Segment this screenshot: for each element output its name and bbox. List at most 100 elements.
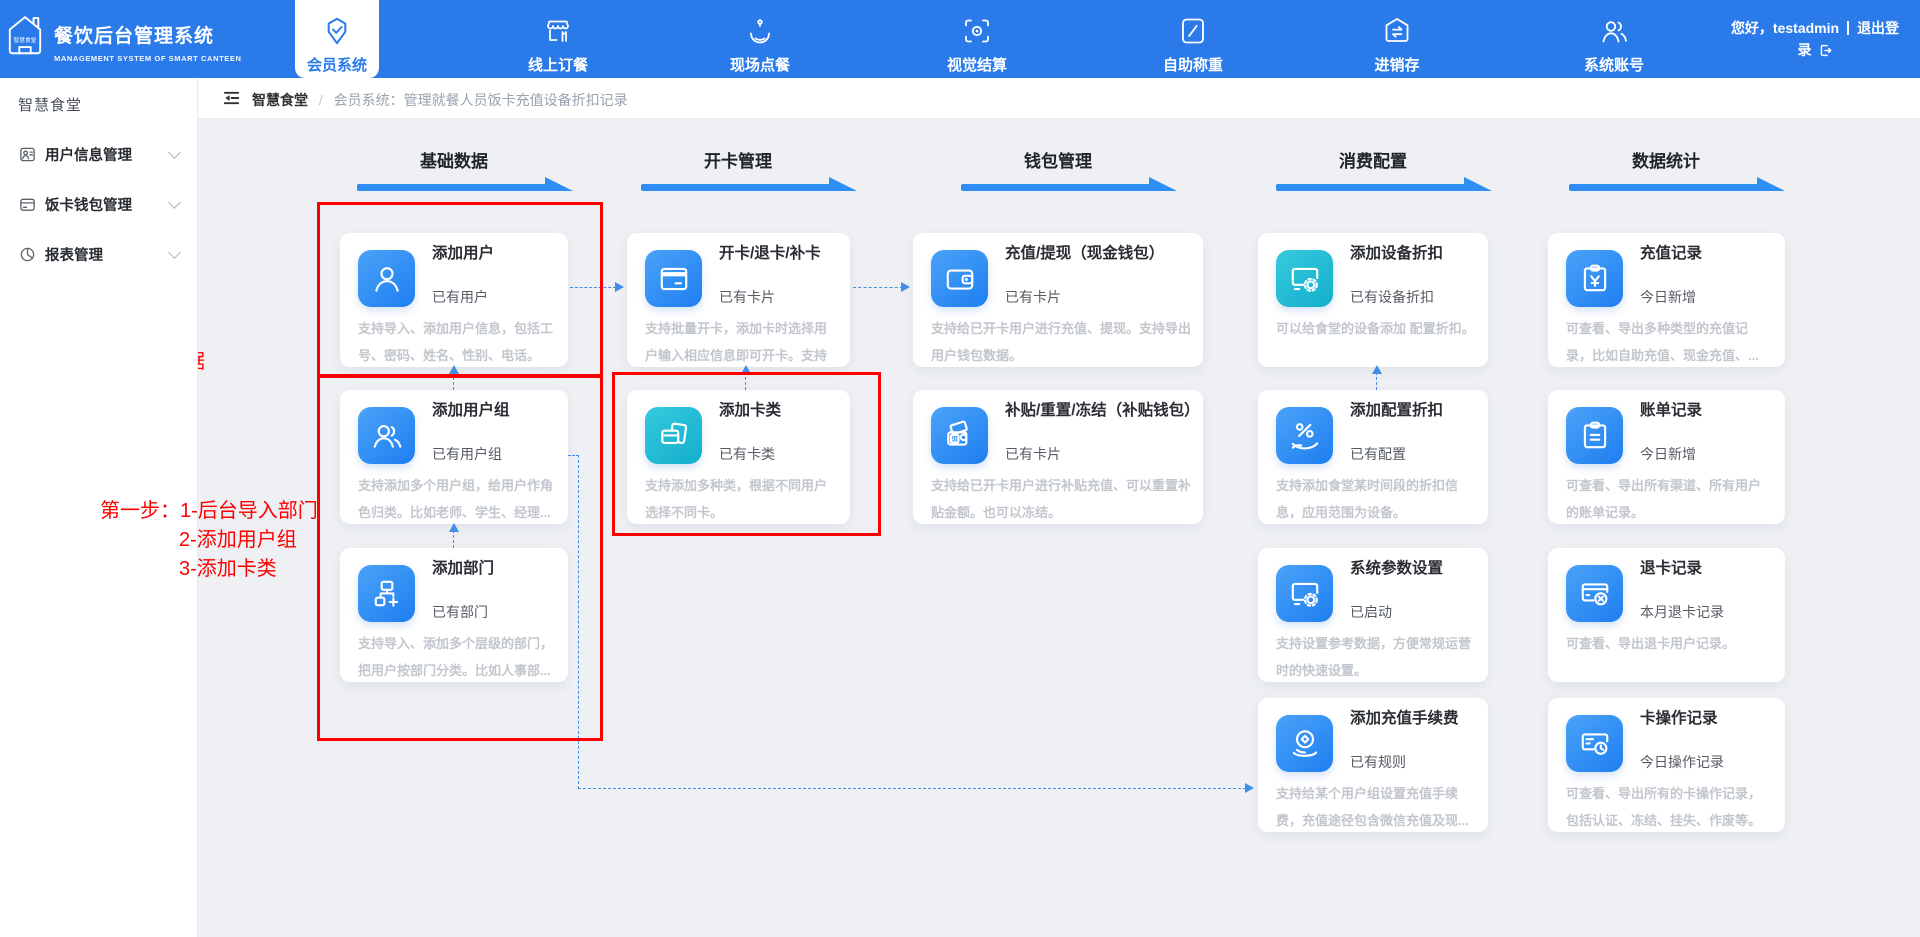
card-description: 可查看、导出所有渠道、所有用户的账单记录。 bbox=[1566, 472, 1773, 526]
card-subtitle: 今日操作记录 bbox=[1640, 753, 1724, 771]
card-description: 支持给某个用户组设置充值手续费，充值途径包含微信充值及现... bbox=[1276, 780, 1476, 834]
column-underline-arrow bbox=[1757, 177, 1785, 191]
card-subtitle: 本月退卡记录 bbox=[1640, 603, 1724, 621]
chevron-down-icon[interactable] bbox=[168, 146, 181, 159]
sidebar-item-label: 报表管理 bbox=[45, 244, 103, 265]
chevron-down-icon[interactable] bbox=[168, 196, 181, 209]
chevron-down-icon[interactable] bbox=[168, 246, 181, 259]
add-user-group-icon bbox=[358, 407, 415, 464]
card-title: 添加部门 bbox=[432, 561, 494, 577]
column-underline bbox=[1569, 184, 1759, 191]
recharge-record-icon bbox=[1566, 250, 1623, 307]
card-title: 添加用户组 bbox=[432, 403, 510, 419]
card-title: 卡操作记录 bbox=[1640, 711, 1718, 727]
card-add-user[interactable]: 添加用户 已有用户 支持导入、添加用户信息，包括工号、密码、姓名、性别、电话。 bbox=[340, 233, 568, 367]
arrow-up-icon bbox=[741, 365, 751, 374]
sidebar-item-meal-card-wallet[interactable]: 饭卡钱包管理 bbox=[0, 184, 197, 224]
card-add-user-group[interactable]: 添加用户组 已有用户组 支持添加多个用户组，给用户作角色归类。比如老师、学生、经… bbox=[340, 390, 568, 524]
bill-record-icon bbox=[1566, 407, 1623, 464]
add-department-icon bbox=[358, 565, 415, 622]
nav-tab-system-accounts[interactable]: 系统账号 bbox=[1572, 0, 1656, 78]
report-chart-icon bbox=[19, 246, 36, 263]
card-recharge-withdraw[interactable]: 充值/提现（现金钱包） 已有卡片 支持给已开卡用户进行充值、提现。支持导出用户钱… bbox=[913, 233, 1203, 367]
self-weigh-scale-icon bbox=[1178, 14, 1208, 48]
card-subtitle: 已有卡片 bbox=[719, 288, 775, 306]
nav-tab-label: 线上订餐 bbox=[528, 54, 588, 75]
arrow-right-icon bbox=[615, 282, 624, 292]
card-issue-card[interactable]: 开卡/退卡/补卡 已有卡片 支持批量开卡，添加卡时选择用户输入相应信息即可开卡。… bbox=[627, 233, 850, 367]
sidebar-item-user-info[interactable]: 用户信息管理 bbox=[0, 134, 197, 174]
card-add-department[interactable]: 添加部门 已有部门 支持导入、添加多个层级的部门，把用户按部门分类。比如人事部.… bbox=[340, 548, 568, 682]
meal-card-wallet-icon bbox=[19, 196, 36, 213]
sidebar-collapse-icon[interactable] bbox=[222, 90, 241, 111]
device-discount-icon bbox=[1276, 250, 1333, 307]
nav-tab-online-order[interactable]: 线上订餐 bbox=[516, 0, 600, 78]
connector-group-to-user bbox=[453, 372, 454, 390]
card-operation-record-icon bbox=[1566, 715, 1623, 772]
issue-card-icon bbox=[645, 250, 702, 307]
card-subtitle: 已有卡类 bbox=[719, 445, 775, 463]
app-title: 餐饮后台管理系统 bbox=[54, 21, 241, 48]
system-params-icon bbox=[1276, 565, 1333, 622]
card-operation-record[interactable]: 卡操作记录 今日操作记录 可查看、导出所有的卡操作记录，包括认证、冻结、挂失、作… bbox=[1548, 698, 1785, 832]
divider bbox=[1847, 21, 1849, 35]
column-underline-arrow bbox=[1149, 177, 1177, 191]
subsidy-wallet-icon: 补 bbox=[931, 407, 988, 464]
nav-tab-onsite-order[interactable]: 现场点餐 bbox=[718, 0, 802, 78]
card-recharge-record[interactable]: 充值记录 今日新增 可查看、导出多种类型的充值记录，比如自助充值、现金充值、..… bbox=[1548, 233, 1785, 367]
column-underline-arrow bbox=[829, 177, 857, 191]
card-description: 支持添加食堂某时间段的折扣信息，应用范围为设备。 bbox=[1276, 472, 1476, 526]
greeting-text: 您好，testadmin bbox=[1731, 20, 1839, 36]
nav-tab-membership[interactable]: 会员系统 bbox=[295, 0, 379, 78]
breadcrumb: 智慧食堂 / 会员系统：管理就餐人员饭卡充值设备折扣记录 bbox=[252, 90, 628, 110]
card-system-params[interactable]: 系统参数设置 已启动 支持设置参考数据，方便常规运营时的快速设置。 bbox=[1258, 548, 1488, 682]
card-config-discount[interactable]: 添加配置折扣 已有配置 支持添加食堂某时间段的折扣信息，应用范围为设备。 bbox=[1258, 390, 1488, 524]
add-user-icon bbox=[358, 250, 415, 307]
nav-tab-label: 进销存 bbox=[1374, 54, 1419, 75]
card-title: 补贴/重置/冻结（补贴钱包） bbox=[1005, 403, 1200, 419]
card-description: 支持导入、添加多个层级的部门，把用户按部门分类。比如人事部... bbox=[358, 630, 556, 684]
system-accounts-icon bbox=[1599, 14, 1629, 48]
card-bill-record[interactable]: 账单记录 今日新增 可查看、导出所有渠道、所有用户的账单记录。 bbox=[1548, 390, 1785, 524]
card-title: 添加充值手续费 bbox=[1350, 711, 1459, 727]
card-subtitle: 已有配置 bbox=[1350, 445, 1406, 463]
nav-tab-vision-checkout[interactable]: 视觉结算 bbox=[935, 0, 1019, 78]
connector-cardtype-to-issue bbox=[745, 372, 746, 390]
column-title-data-stats: 数据统计 bbox=[1566, 147, 1766, 172]
connector-group-to-fee-horizontal bbox=[578, 788, 1246, 789]
card-subtitle: 已有部门 bbox=[432, 603, 488, 621]
nav-tab-self-weigh[interactable]: 自助称重 bbox=[1151, 0, 1235, 78]
card-title: 添加配置折扣 bbox=[1350, 403, 1443, 419]
breadcrumb-current: 会员系统：管理就餐人员饭卡充值设备折扣记录 bbox=[334, 92, 628, 108]
card-subtitle: 已有卡片 bbox=[1005, 445, 1061, 463]
app-subtitle: MANAGEMENT SYSTEM OF SMART CANTEEN bbox=[54, 54, 241, 63]
column-underline bbox=[1276, 184, 1466, 191]
card-return-record[interactable]: 退卡记录 本月退卡记录 可查看、导出退卡用户记录。 bbox=[1548, 548, 1785, 682]
add-card-type-icon bbox=[645, 407, 702, 464]
nav-tab-label: 现场点餐 bbox=[730, 54, 790, 75]
config-discount-icon bbox=[1276, 407, 1333, 464]
column-title-basic-data: 基础数据 bbox=[354, 147, 554, 172]
card-description: 支持导入、添加用户信息，包括工号、密码、姓名、性别、电话。 bbox=[358, 315, 556, 369]
connector-group-to-fee-vertical bbox=[578, 455, 579, 789]
arrow-right-icon bbox=[1245, 783, 1254, 793]
column-underline-arrow bbox=[545, 177, 573, 191]
card-description: 支持给已开卡用户进行充值、提现。支持导出用户钱包数据。 bbox=[931, 315, 1191, 369]
annotation-step1: 第一步：1-后台导入部门 2-添加用户组 3-添加卡类 bbox=[100, 497, 318, 584]
card-description: 支持添加多个用户组，给用户作角色归类。比如老师、学生、经理... bbox=[358, 472, 556, 526]
connector-card-to-wallet bbox=[853, 287, 903, 288]
column-underline bbox=[961, 184, 1151, 191]
card-recharge-fee[interactable]: 添加充值手续费 已有规则 支持给某个用户组设置充值手续费，充值途径包含微信充值及… bbox=[1258, 698, 1488, 832]
card-add-card-type[interactable]: 添加卡类 已有卡类 支持添加多种类，根据不同用户选择不同卡。 bbox=[627, 390, 850, 524]
nav-tab-inventory[interactable]: 进销存 bbox=[1355, 0, 1439, 78]
card-subtitle: 已有用户 bbox=[432, 288, 488, 306]
breadcrumb-root[interactable]: 智慧食堂 bbox=[252, 92, 308, 108]
logout-icon[interactable] bbox=[1819, 41, 1832, 63]
recharge-fee-icon bbox=[1276, 715, 1333, 772]
sidebar-item-reports[interactable]: 报表管理 bbox=[0, 234, 197, 274]
card-subsidy-reset-freeze[interactable]: 补 补贴/重置/冻结（补贴钱包） 已有卡片 支持给已开卡用户进行补贴充值、可以重… bbox=[913, 390, 1203, 524]
user-session-box: 您好，testadmin退出登录 bbox=[1726, 17, 1904, 63]
connector-config-to-device bbox=[1376, 372, 1377, 390]
card-device-discount[interactable]: 添加设备折扣 已有设备折扣 可以给食堂的设备添加 配置折扣。 bbox=[1258, 233, 1488, 367]
arrow-up-icon bbox=[449, 365, 459, 374]
